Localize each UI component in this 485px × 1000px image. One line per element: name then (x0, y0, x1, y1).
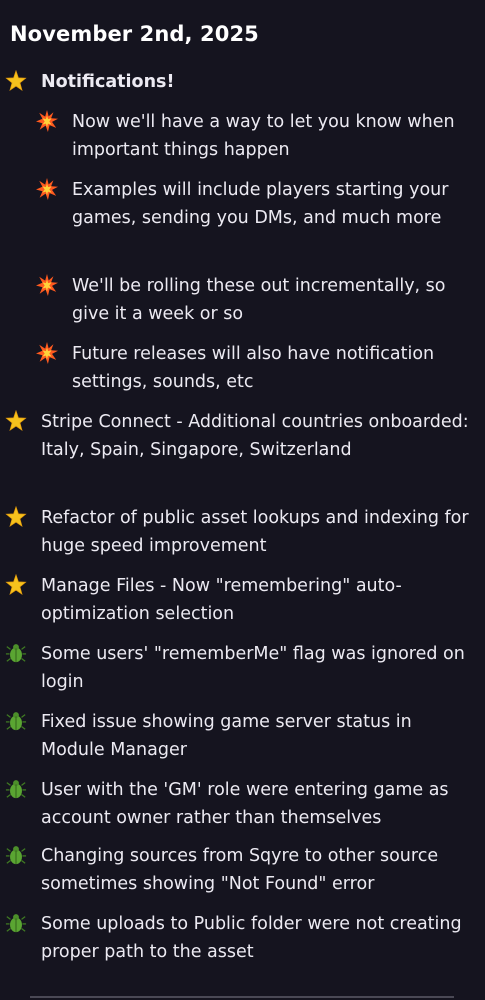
bug-icon (5, 778, 27, 803)
list-item-text: Notifications! (41, 72, 175, 92)
sparkle-star-icon (5, 70, 27, 95)
bug-icon (5, 642, 27, 667)
list-item-text: Changing sources from Sqyre to other sou… (41, 846, 439, 894)
list-item-text: User with the 'GM' role were entering ga… (41, 780, 449, 828)
bug-icon (5, 912, 27, 937)
list-item-text: Stripe Connect - Additional countries on… (41, 412, 469, 460)
list-item-text: Manage Files - Now "remembering" auto-op… (41, 576, 402, 624)
list-item-text: We'll be rolling these out incrementally… (72, 276, 446, 324)
sparkle-star-icon (5, 574, 27, 599)
list-item-text: Fixed issue showing game server status i… (41, 712, 412, 760)
collision-icon (36, 110, 58, 135)
sparkle-star-icon (5, 410, 27, 435)
collision-icon (36, 274, 58, 299)
list-item-text: Some uploads to Public folder were not c… (41, 914, 462, 962)
divider (30, 996, 454, 998)
bug-icon (5, 844, 27, 869)
list-item-text: Future releases will also have notificat… (72, 344, 435, 392)
collision-icon (36, 178, 58, 203)
list-item-text: Examples will include players starting y… (72, 180, 449, 228)
bug-icon (5, 710, 27, 735)
list-item-text: Refactor of public asset lookups and ind… (41, 508, 469, 556)
changelog-page: November 2nd, 2025 Notifications! Now we… (0, 0, 485, 1000)
date-heading: November 2nd, 2025 (10, 22, 259, 46)
collision-icon (36, 342, 58, 367)
list-item-text: Some users' "rememberMe" flag was ignore… (41, 644, 465, 692)
sparkle-star-icon (5, 506, 27, 531)
list-item-text: Now we'll have a way to let you know whe… (72, 112, 455, 160)
